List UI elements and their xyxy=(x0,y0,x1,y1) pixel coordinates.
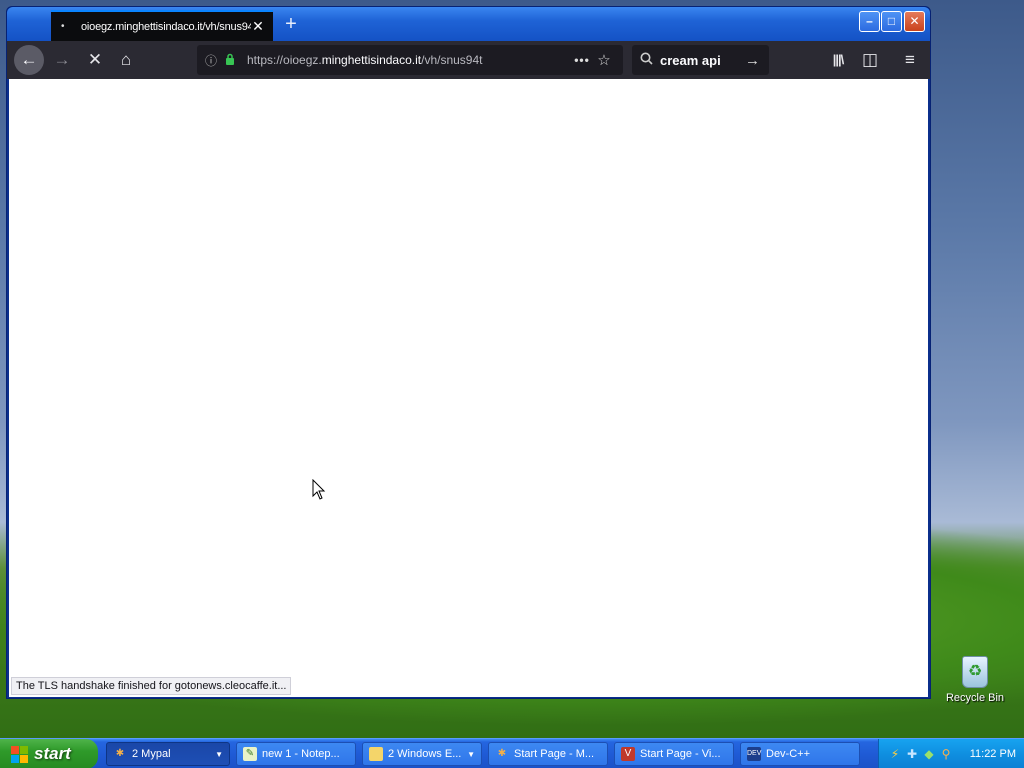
recycle-bin-shortcut[interactable]: ♻ Recycle Bin xyxy=(944,656,1006,704)
back-button[interactable]: ← xyxy=(14,45,44,75)
taskbar-item-label: 2 Mypal xyxy=(132,748,171,760)
security-icon[interactable]: ◆ xyxy=(921,746,937,762)
stop-button[interactable]: ✕ xyxy=(80,45,110,75)
chevron-down-icon: ▼ xyxy=(467,749,475,759)
taskbar-item-label: Dev-C++ xyxy=(766,748,811,760)
taskbar-item-mypal[interactable]: ✱ 2 Mypal ▼ xyxy=(106,742,230,766)
lock-icon[interactable] xyxy=(225,53,241,68)
tab-active[interactable]: • oioegz.minghettisindaco.it/vh/snus94t … xyxy=(51,10,273,41)
url-prefix: https://oioegz. xyxy=(247,53,322,67)
home-button[interactable]: ⌂ xyxy=(111,45,141,75)
info-icon[interactable]: ⓘ xyxy=(205,52,221,69)
start-button[interactable]: start xyxy=(0,739,98,768)
url-path: /vh/snus94t xyxy=(421,53,483,67)
page-content[interactable]: The TLS handshake finished for gotonews.… xyxy=(9,79,928,697)
browser-window: • oioegz.minghettisindaco.it/vh/snus94t … xyxy=(6,6,931,699)
system-tray: ⚡ ✚ ◆ ⚲ 11:22 PM xyxy=(878,739,1024,768)
url-text[interactable]: https://oioegz.minghettisindaco.it/vh/sn… xyxy=(247,53,571,67)
recycle-bin-icon: ♻ xyxy=(962,656,988,688)
nav-toolbar: ← → ✕ ⌂ ⓘ https://oioegz.minghettisindac… xyxy=(7,41,930,79)
taskbar-item-devcpp[interactable]: DEV Dev-C++ xyxy=(740,742,860,766)
url-domain: minghettisindaco.it xyxy=(321,53,422,67)
close-button[interactable]: ✕ xyxy=(904,11,925,32)
taskbar-item-label: new 1 - Notep... xyxy=(262,748,340,760)
taskbar-item-start-page-m[interactable]: ✱ Start Page - M... xyxy=(488,742,608,766)
page-actions-icon[interactable]: ••• xyxy=(571,53,593,67)
url-bar[interactable]: ⓘ https://oioegz.minghettisindaco.it/vh/… xyxy=(197,45,623,75)
search-go-icon[interactable]: → xyxy=(745,52,761,69)
new-tab-button[interactable]: + xyxy=(281,13,301,35)
clock[interactable]: 11:22 PM xyxy=(970,748,1016,760)
taskbar: start ✱ 2 Mypal ▼ ✎ new 1 - Notep... 2 W… xyxy=(0,738,1024,768)
taskbar-item-start-page-vi[interactable]: V Start Page - Vi... xyxy=(614,742,734,766)
forward-button[interactable]: → xyxy=(47,45,77,75)
network-icon[interactable]: ⚡ xyxy=(887,746,903,762)
bookmark-star-icon[interactable]: ☆ xyxy=(593,51,615,69)
loading-icon: • xyxy=(61,21,65,32)
status-text: The TLS handshake finished for gotonews.… xyxy=(11,677,292,695)
mypal-icon: ✱ xyxy=(115,748,125,759)
chevron-down-icon: ▼ xyxy=(215,749,223,759)
sidebar-button[interactable]: ◫ xyxy=(855,45,885,75)
taskbar-item-label: Start Page - Vi... xyxy=(640,748,721,760)
tab-close-icon[interactable]: ✕ xyxy=(251,18,265,35)
tab-title: oioegz.minghettisindaco.it/vh/snus94t xyxy=(81,20,251,33)
taskbar-item-explorer[interactable]: 2 Windows E... ▼ xyxy=(362,742,482,766)
search-input[interactable]: cream api xyxy=(660,53,745,68)
notepad-icon: ✎ xyxy=(243,747,257,761)
taskbar-item-notepad[interactable]: ✎ new 1 - Notep... xyxy=(236,742,356,766)
taskbar-item-label: Start Page - M... xyxy=(514,748,595,760)
maximize-button[interactable]: □ xyxy=(881,11,902,32)
start-label: start xyxy=(34,744,71,763)
menu-button[interactable]: ≡ xyxy=(895,45,925,75)
title-bar[interactable]: • oioegz.minghettisindaco.it/vh/snus94t … xyxy=(7,7,930,41)
magnifier-icon[interactable]: ⚲ xyxy=(938,746,954,762)
app-icon: ✱ xyxy=(497,748,507,759)
vs-icon: V xyxy=(621,747,635,761)
devcpp-icon: DEV xyxy=(747,747,761,761)
search-icon xyxy=(640,52,660,68)
mouse-cursor-icon xyxy=(312,478,326,501)
taskbar-item-label: 2 Windows E... xyxy=(388,748,462,760)
recycle-bin-label: Recycle Bin xyxy=(945,692,1005,704)
search-bar[interactable]: cream api → xyxy=(632,45,769,75)
library-button[interactable]: |||\ xyxy=(823,45,853,75)
minimize-button[interactable]: – xyxy=(859,11,880,32)
folder-icon xyxy=(369,747,383,761)
windows-flag-icon xyxy=(10,745,28,763)
tool-icon[interactable]: ✚ xyxy=(904,746,920,762)
